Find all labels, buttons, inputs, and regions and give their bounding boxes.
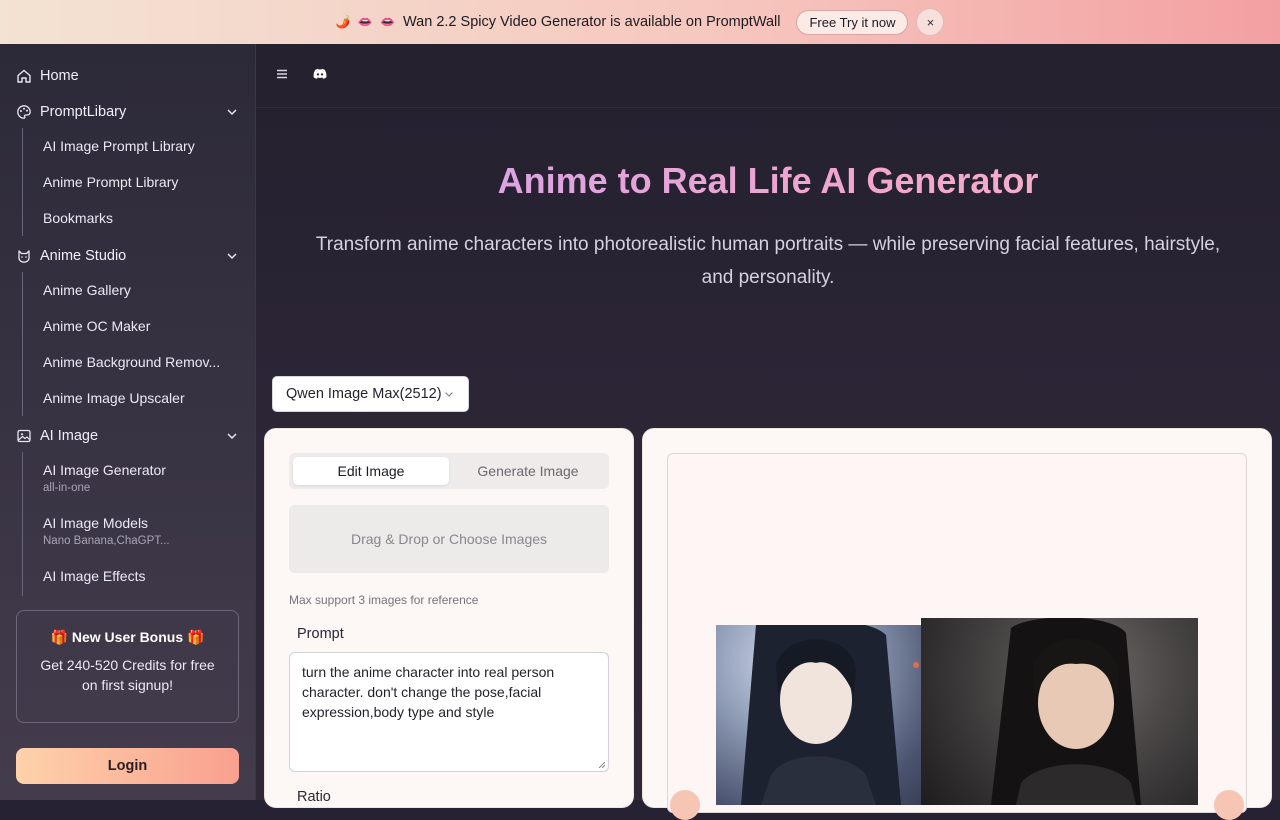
sidebar-group-label: PromptLibary — [40, 104, 127, 120]
banner-text: Wan 2.2 Spicy Video Generator is availab… — [403, 14, 781, 30]
image-dropzone[interactable]: Drag & Drop or Choose Images — [289, 505, 609, 573]
sidebar-item-label: Home — [40, 68, 79, 84]
sidebar-item-bookmarks[interactable]: Bookmarks — [43, 210, 113, 226]
palette-icon — [16, 104, 32, 120]
discord-icon[interactable] — [312, 66, 328, 82]
sidebar: Home PromptLibary AI Image Prompt Librar… — [0, 44, 256, 800]
close-icon: × — [926, 14, 935, 30]
cat-icon — [16, 248, 32, 264]
prompt-text: turn the anime character into real perso… — [302, 664, 555, 720]
sidebar-item-anime-gallery[interactable]: Anime Gallery — [43, 282, 131, 298]
free-try-button[interactable]: Free Try it now — [796, 9, 909, 35]
gift-icon: 🎁 — [187, 629, 205, 645]
upload-hint: Max support 3 images for reference — [289, 593, 479, 607]
prompt-label: Prompt — [297, 626, 344, 642]
sidebar-item-label: AI Image Models — [43, 515, 149, 531]
sidebar-item-anime-oc-maker[interactable]: Anime OC Maker — [43, 318, 150, 334]
sidebar-group-label: AI Image — [40, 428, 99, 444]
sidebar-group-anime-studio[interactable]: Anime Studio — [16, 244, 240, 268]
sidebar-item-anime-prompt-library[interactable]: Anime Prompt Library — [43, 174, 178, 190]
sidebar-group-label: Anime Studio — [40, 248, 127, 264]
model-select[interactable]: Qwen Image Max(2512) — [272, 376, 469, 412]
new-user-bonus-card: 🎁 New User Bonus 🎁 Get 240-520 Credits f… — [16, 610, 239, 723]
bonus-title: 🎁 New User Bonus 🎁 — [17, 629, 238, 646]
bonus-title-text: New User Bonus — [71, 629, 184, 645]
sidebar-item-sublabel: Nano Banana,ChaGPT... — [43, 535, 170, 547]
announcement-banner: 🌶️ 👄 👄 Wan 2.2 Spicy Video Generator is … — [0, 0, 1280, 44]
prompt-textarea[interactable]: turn the anime character into real perso… — [289, 652, 609, 772]
anime-studio-subitems: Anime Gallery Anime OC Maker Anime Backg… — [22, 272, 232, 416]
ratio-label: Ratio — [297, 789, 331, 805]
close-banner-button[interactable]: × — [916, 8, 945, 36]
sidebar-item-ai-image-models[interactable]: AI Image Models Nano Banana,ChaGPT... — [43, 515, 170, 547]
sidebar-item-home[interactable]: Home — [16, 64, 79, 88]
realistic-sample-image — [921, 618, 1198, 805]
page-subtitle: Transform anime characters into photorea… — [315, 234, 1221, 288]
sidebar-item-ai-image-generator[interactable]: AI Image Generator all-in-one — [43, 462, 166, 494]
sidebar-group-ai-image[interactable]: AI Image — [16, 424, 240, 448]
sidebar-item-anime-background-remover[interactable]: Anime Background Remov... — [43, 354, 220, 370]
carousel-next-button[interactable] — [1214, 790, 1244, 820]
chevron-down-icon — [227, 253, 237, 260]
gift-icon: 🎁 — [50, 629, 68, 645]
chevron-down-icon — [227, 433, 237, 440]
banner-emoji: 🌶️ 👄 👄 — [335, 15, 398, 29]
image-icon — [16, 428, 32, 444]
menu-icon[interactable] — [274, 66, 290, 82]
sidebar-item-label: AI Image Generator — [43, 462, 166, 478]
top-bar — [256, 44, 1280, 108]
bonus-description: Get 240-520 Credits for free on first si… — [40, 657, 215, 693]
carousel-prev-button[interactable] — [670, 790, 700, 820]
tab-generate-image[interactable]: Generate Image — [450, 457, 606, 485]
login-button[interactable]: Login — [16, 748, 239, 784]
sidebar-item-sublabel: all-in-one — [43, 482, 91, 494]
mode-tabs: Edit Image Generate Image — [289, 453, 609, 489]
chevron-down-icon — [227, 109, 237, 116]
sidebar-item-ai-image-prompt-library[interactable]: AI Image Prompt Library — [43, 138, 195, 154]
sidebar-item-anime-image-upscaler[interactable]: Anime Image Upscaler — [43, 390, 185, 406]
promptlibrary-subitems: AI Image Prompt Library Anime Prompt Lib… — [22, 128, 232, 236]
page-title: Anime to Real Life AI Generator — [256, 160, 1280, 202]
home-icon — [16, 68, 32, 84]
sidebar-group-promptlibrary[interactable]: PromptLibary — [16, 100, 240, 124]
model-select-value: Qwen Image Max(2512) — [286, 386, 442, 402]
sidebar-item-ai-image-effects[interactable]: AI Image Effects — [43, 568, 145, 584]
tab-edit-image[interactable]: Edit Image — [293, 457, 449, 485]
resize-handle-icon[interactable] — [598, 761, 605, 768]
ai-image-subitems: AI Image Generator all-in-one AI Image M… — [22, 452, 232, 596]
banner-message: 🌶️ 👄 👄 Wan 2.2 Spicy Video Generator is … — [336, 14, 781, 30]
chevron-down-icon — [445, 392, 453, 397]
